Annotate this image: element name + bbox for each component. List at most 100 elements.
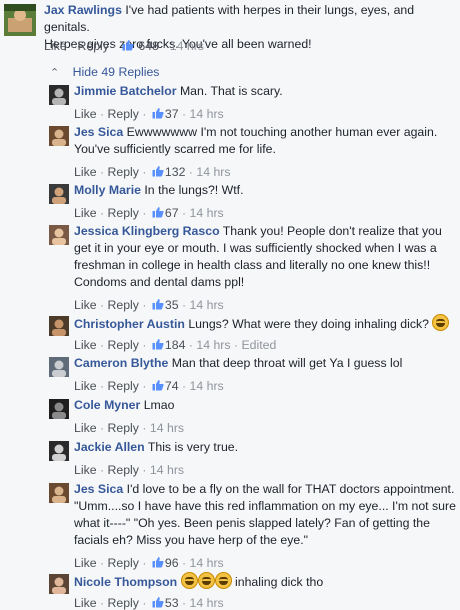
timestamp[interactable]: 14 hrs: [190, 556, 224, 570]
reply-text: "Umm....so I have have this red inflamma…: [74, 499, 456, 513]
like-button[interactable]: Like: [74, 556, 97, 570]
reply-actions: Like · Reply · 96 · 14 hrs: [74, 556, 224, 570]
avatar[interactable]: [49, 574, 69, 594]
like-button[interactable]: Like: [74, 379, 97, 393]
like-button[interactable]: Like: [74, 107, 97, 121]
reply-author[interactable]: Jackie Allen: [74, 440, 145, 454]
like-button[interactable]: Like: [74, 206, 97, 220]
like-count[interactable]: 37: [165, 107, 179, 121]
reply-author[interactable]: Cameron Blythe: [74, 356, 168, 370]
chevron-up-icon: ⌃: [50, 67, 60, 79]
reply-button[interactable]: Reply: [108, 206, 139, 220]
reply-button[interactable]: Reply: [108, 596, 139, 610]
timestamp[interactable]: 14 hrs: [196, 338, 230, 352]
comment-author[interactable]: Jax Rawlings: [44, 3, 122, 17]
like-count[interactable]: 132: [165, 165, 186, 179]
avatar[interactable]: [49, 399, 69, 419]
reply-author[interactable]: Cole Myner: [74, 398, 140, 412]
reply-actions: Like · Reply · 132 · 14 hrs: [74, 165, 231, 179]
reply-author[interactable]: Nicole Thompson: [74, 575, 177, 589]
reply-text: Condoms and dental dams ppl!: [74, 275, 245, 289]
avatar[interactable]: [49, 483, 69, 503]
like-count[interactable]: 67: [165, 206, 179, 220]
timestamp[interactable]: 14 hrs: [196, 165, 230, 179]
edited-label[interactable]: Edited: [241, 338, 276, 352]
reply-actions: Like · Reply · 184 · 14 hrs · Edited: [74, 338, 277, 352]
reply-button[interactable]: Reply: [108, 556, 139, 570]
avatar[interactable]: [49, 184, 69, 204]
reply-author[interactable]: Jimmie Batchelor: [74, 84, 177, 98]
reply-button[interactable]: Reply: [108, 298, 139, 312]
thumbs-up-icon[interactable]: [152, 596, 164, 608]
reply-actions: Like · Reply · 67 · 14 hrs: [74, 206, 224, 220]
reply-text: This is very true.: [147, 440, 239, 454]
like-button[interactable]: Like: [74, 338, 97, 352]
avatar[interactable]: [49, 441, 69, 461]
like-count[interactable]: 184: [165, 338, 186, 352]
avatar[interactable]: [49, 126, 69, 146]
reply-button[interactable]: Reply: [78, 39, 109, 53]
like-button[interactable]: Like: [74, 463, 97, 477]
reply-button[interactable]: Reply: [108, 165, 139, 179]
avatar[interactable]: [4, 4, 36, 36]
like-button[interactable]: Like: [74, 165, 97, 179]
thumbs-up-icon[interactable]: [152, 298, 164, 310]
thumbs-up-icon[interactable]: [152, 206, 164, 218]
reply-text: Lmao: [143, 398, 175, 412]
thumbs-up-icon[interactable]: [152, 165, 164, 177]
thumbs-up-icon[interactable]: [152, 556, 164, 568]
reply-text: You've sufficiently scarred me for life.: [74, 142, 276, 156]
reply-author[interactable]: Christopher Austin: [74, 317, 185, 331]
timestamp[interactable]: 14 hrs: [190, 107, 224, 121]
reply-text: Ewwwwwww I'm not touching another human …: [126, 125, 438, 139]
timestamp[interactable]: 14 hrs: [190, 206, 224, 220]
reply-author[interactable]: Jessica Klingberg Rasco: [74, 224, 220, 238]
timestamp[interactable]: 14 hrs: [150, 421, 184, 435]
reply-actions: Like · Reply · 14 hrs: [74, 421, 185, 435]
like-count[interactable]: 96: [165, 556, 179, 570]
thumbs-up-icon[interactable]: [122, 39, 134, 51]
reply-text: Man. That is scary.: [179, 84, 283, 98]
reply-text: get it in your eye or mouth. I was suffi…: [74, 241, 437, 255]
grinning-emoji-icon: [197, 572, 215, 589]
thumbs-up-icon[interactable]: [152, 379, 164, 391]
reply-button[interactable]: Reply: [108, 338, 139, 352]
grinning-emoji-icon: [432, 314, 450, 331]
avatar[interactable]: [49, 85, 69, 105]
reply-button[interactable]: Reply: [108, 463, 139, 477]
reply-button[interactable]: Reply: [108, 379, 139, 393]
like-count[interactable]: 53: [165, 596, 179, 610]
reply-text: facials eh? Miss you have herp of the ey…: [74, 533, 309, 547]
reply-author[interactable]: Molly Marie: [74, 183, 141, 197]
like-button[interactable]: Like: [74, 596, 97, 610]
reply-text: freshman in college in health class and …: [74, 258, 431, 272]
like-button[interactable]: Like: [44, 39, 67, 53]
reply-text: Lungs? What were they doing inhaling dic…: [188, 317, 429, 331]
timestamp[interactable]: 14 hrs: [190, 379, 224, 393]
reply-text: inhaling dick tho: [235, 575, 324, 589]
reply-text: I'd love to be a fly on the wall for THA…: [126, 482, 455, 496]
reply-button[interactable]: Reply: [108, 107, 139, 121]
timestamp[interactable]: 14 hrs: [150, 463, 184, 477]
like-count[interactable]: 648: [138, 39, 159, 53]
like-count[interactable]: 74: [165, 379, 179, 393]
like-count[interactable]: 35: [165, 298, 179, 312]
avatar[interactable]: [49, 357, 69, 377]
timestamp[interactable]: 14 hrs: [190, 596, 224, 610]
hide-replies-link[interactable]: ⌃ Hide 49 Replies: [50, 65, 159, 79]
timestamp[interactable]: 14 hrs: [190, 298, 224, 312]
reply-text: In the lungs?! Wtf.: [144, 183, 244, 197]
like-button[interactable]: Like: [74, 421, 97, 435]
reply-button[interactable]: Reply: [108, 421, 139, 435]
thumbs-up-icon[interactable]: [152, 107, 164, 119]
reply-text: what it----" "Oh yes. Been penis slapped…: [74, 516, 430, 530]
hide-replies-label: Hide 49 Replies: [72, 65, 160, 79]
thumbs-up-icon[interactable]: [152, 338, 164, 350]
like-button[interactable]: Like: [74, 298, 97, 312]
reply-author[interactable]: Jes Sica: [74, 125, 123, 139]
reply-actions: Like · Reply · 53 · 14 hrs: [74, 596, 224, 610]
timestamp[interactable]: 14 hrs: [170, 39, 204, 53]
avatar[interactable]: [49, 225, 69, 245]
reply-author[interactable]: Jes Sica: [74, 482, 123, 496]
avatar[interactable]: [49, 316, 69, 336]
